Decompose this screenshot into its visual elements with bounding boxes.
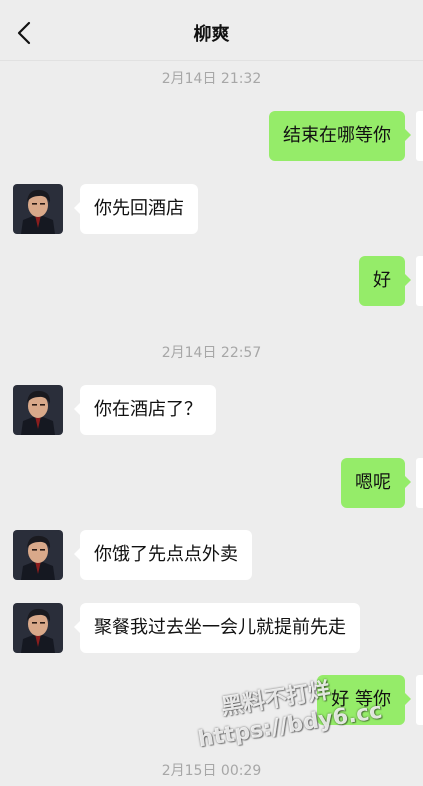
message-bubble-outgoing[interactable]: 好 bbox=[359, 256, 411, 306]
self-avatar[interactable] bbox=[416, 458, 423, 508]
person-avatar-icon bbox=[13, 385, 63, 435]
person-avatar-icon bbox=[13, 184, 63, 234]
timestamp: 2月15日 00:29 bbox=[161, 763, 262, 779]
contact-avatar[interactable] bbox=[13, 603, 63, 653]
self-avatar[interactable] bbox=[416, 111, 423, 161]
self-avatar[interactable] bbox=[416, 675, 423, 725]
timestamp: 2月14日 21:32 bbox=[161, 71, 262, 87]
contact-avatar[interactable] bbox=[13, 530, 63, 580]
message-bubble-incoming[interactable]: 聚餐我过去坐一会儿就提前先走 bbox=[74, 603, 360, 653]
self-avatar[interactable] bbox=[416, 256, 423, 306]
message-bubble-incoming[interactable]: 你先回酒店 bbox=[74, 184, 198, 234]
contact-name: 柳爽 bbox=[193, 24, 230, 45]
timestamp: 2月14日 22:57 bbox=[161, 345, 262, 361]
watermark-text: 黑料不打烊 bbox=[219, 678, 333, 721]
person-avatar-icon bbox=[13, 530, 63, 580]
message-bubble-incoming[interactable]: 你饿了先点点外卖 bbox=[74, 530, 252, 580]
contact-avatar[interactable] bbox=[13, 385, 63, 435]
chat-header: 柳爽 bbox=[0, 0, 423, 61]
message-bubble-incoming[interactable]: 你在酒店了？ bbox=[74, 385, 216, 435]
message-bubble-outgoing[interactable]: 好 等你 bbox=[317, 675, 411, 725]
message-bubble-outgoing[interactable]: 结束在哪等你 bbox=[269, 111, 411, 161]
message-bubble-outgoing[interactable]: 嗯呢 bbox=[341, 458, 411, 508]
contact-avatar[interactable] bbox=[13, 184, 63, 234]
person-avatar-icon bbox=[13, 603, 63, 653]
